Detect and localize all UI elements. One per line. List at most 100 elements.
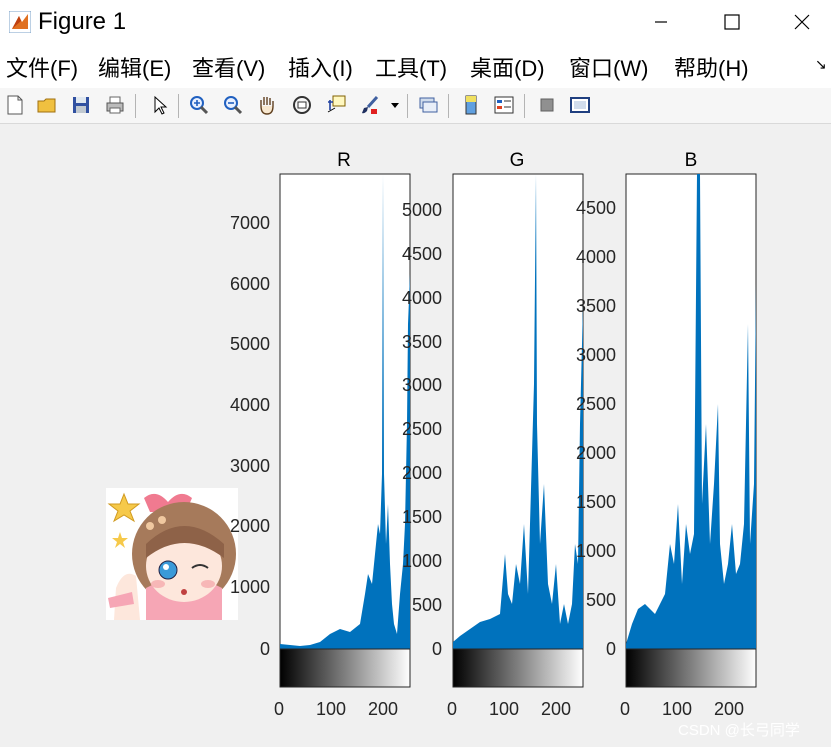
insert-colorbar-icon: [465, 95, 477, 115]
window-title: Figure 1: [38, 8, 127, 35]
ytick-label: 4500: [576, 198, 616, 218]
colorbar-g: [452, 648, 584, 688]
ytick-label: 2000: [402, 463, 442, 483]
xtick-label: 100: [489, 699, 519, 719]
insert-legend-button[interactable]: [491, 91, 517, 119]
ytick-label: 0: [606, 639, 616, 659]
ytick-label: 2500: [576, 394, 616, 414]
xtick-label: 200: [714, 699, 744, 719]
xtick-label: 0: [447, 699, 457, 719]
xtick-label: 100: [316, 699, 346, 719]
watermark: CSDN @长弓同学: [678, 722, 800, 739]
ytick-label: 1500: [402, 507, 442, 527]
data-cursor-icon: [327, 95, 346, 113]
toolbar-separator: [448, 94, 449, 118]
ytick-label: 2000: [576, 443, 616, 463]
new-figure-icon: [7, 95, 23, 115]
brush-button[interactable]: [357, 91, 383, 119]
show-plot-tools-button[interactable]: [567, 91, 593, 119]
menu-file[interactable]: 文件(F): [6, 51, 78, 83]
minimize-icon: [655, 21, 667, 23]
open-file-icon: [37, 98, 56, 113]
ytick-label: 4000: [402, 288, 442, 308]
rotate-3d-icon: [293, 96, 311, 114]
save-button[interactable]: [68, 91, 94, 119]
menu-view[interactable]: 查看(V): [192, 51, 265, 83]
insert-colorbar-button[interactable]: [458, 91, 484, 119]
ytick-label: 1000: [230, 577, 270, 597]
matlab-figure-icon: [9, 11, 31, 33]
title-bar: Figure 1: [0, 0, 831, 44]
brush-icon: [362, 95, 379, 114]
menu-insert[interactable]: 插入(I): [288, 51, 353, 83]
ytick-label: 0: [260, 639, 270, 659]
ytick-label: 1500: [576, 492, 616, 512]
colorbar-b: [625, 648, 757, 688]
histogram-figure: R 7000 6000 5000 4000 3000 2000 1000 0 0…: [230, 150, 757, 719]
maximize-button[interactable]: [703, 0, 761, 44]
ytick-label: 3000: [576, 345, 616, 365]
panel-title-r: R: [337, 150, 351, 171]
ytick-label: 2500: [402, 419, 442, 439]
toolbar-separator: [524, 94, 525, 118]
ytick-label: 500: [412, 595, 442, 615]
toolbar-separator: [178, 94, 179, 118]
figure-toolbar: [0, 88, 831, 124]
chevron-down-icon: [391, 103, 399, 108]
print-icon: [106, 96, 124, 114]
zoom-in-icon: [190, 96, 209, 115]
ytick-label: 7000: [230, 213, 270, 233]
toolbar-separator: [407, 94, 408, 118]
xtick-label: 100: [662, 699, 692, 719]
save-icon: [73, 97, 89, 113]
zoom-out-button[interactable]: [220, 91, 246, 119]
insert-legend-icon: [494, 96, 514, 114]
ytick-label: 0: [432, 639, 442, 659]
panel-title-g: G: [510, 150, 525, 171]
menu-tools[interactable]: 工具(T): [375, 51, 447, 83]
pointer-button[interactable]: [146, 91, 172, 119]
print-button[interactable]: [102, 91, 128, 119]
open-file-button[interactable]: [34, 91, 60, 119]
pan-hand-icon: [260, 97, 274, 115]
link-plot-button[interactable]: [415, 91, 441, 119]
ytick-label: 2000: [230, 516, 270, 536]
close-button[interactable]: [773, 0, 831, 44]
menu-overflow-arrow[interactable]: ↘: [815, 56, 827, 73]
ytick-label: 4000: [576, 247, 616, 267]
ytick-label: 3500: [402, 332, 442, 352]
colorbar-r: [279, 648, 411, 688]
ytick-label: 500: [586, 590, 616, 610]
pan-button[interactable]: [254, 91, 280, 119]
zoom-out-icon: [224, 96, 243, 115]
rotate-3d-button[interactable]: [289, 91, 315, 119]
close-icon: [794, 14, 810, 30]
menu-desktop[interactable]: 桌面(D): [470, 51, 545, 83]
minimize-button[interactable]: [632, 0, 690, 44]
ytick-label: 3500: [576, 296, 616, 316]
panel-title-b: B: [685, 150, 698, 171]
menu-bar: 文件(F) 编辑(E) 查看(V) 插入(I) 工具(T) 桌面(D) 窗口(W…: [0, 44, 831, 88]
menu-help[interactable]: 帮助(H): [674, 51, 749, 83]
brush-dropdown[interactable]: [387, 91, 403, 119]
data-cursor-button[interactable]: [323, 91, 349, 119]
toolbar-separator: [135, 94, 136, 118]
ytick-label: 3000: [402, 375, 442, 395]
zoom-in-button[interactable]: [186, 91, 212, 119]
ytick-label: 4000: [230, 395, 270, 415]
figure-canvas: R 7000 6000 5000 4000 3000 2000 1000 0 0…: [0, 124, 831, 747]
ytick-label: 4500: [402, 244, 442, 264]
ytick-label: 5000: [230, 334, 270, 354]
xtick-label: 0: [620, 699, 630, 719]
ytick-label: 1000: [402, 551, 442, 571]
menu-edit[interactable]: 编辑(E): [98, 51, 171, 83]
maximize-icon: [724, 14, 740, 30]
menu-window[interactable]: 窗口(W): [569, 51, 648, 83]
new-figure-button[interactable]: [2, 91, 28, 119]
xtick-label: 200: [541, 699, 571, 719]
hide-plot-tools-button[interactable]: [534, 91, 560, 119]
pointer-icon: [154, 95, 168, 115]
ytick-label: 6000: [230, 274, 270, 294]
show-plot-tools-icon: [570, 97, 590, 113]
hide-plot-tools-icon: [540, 98, 554, 112]
